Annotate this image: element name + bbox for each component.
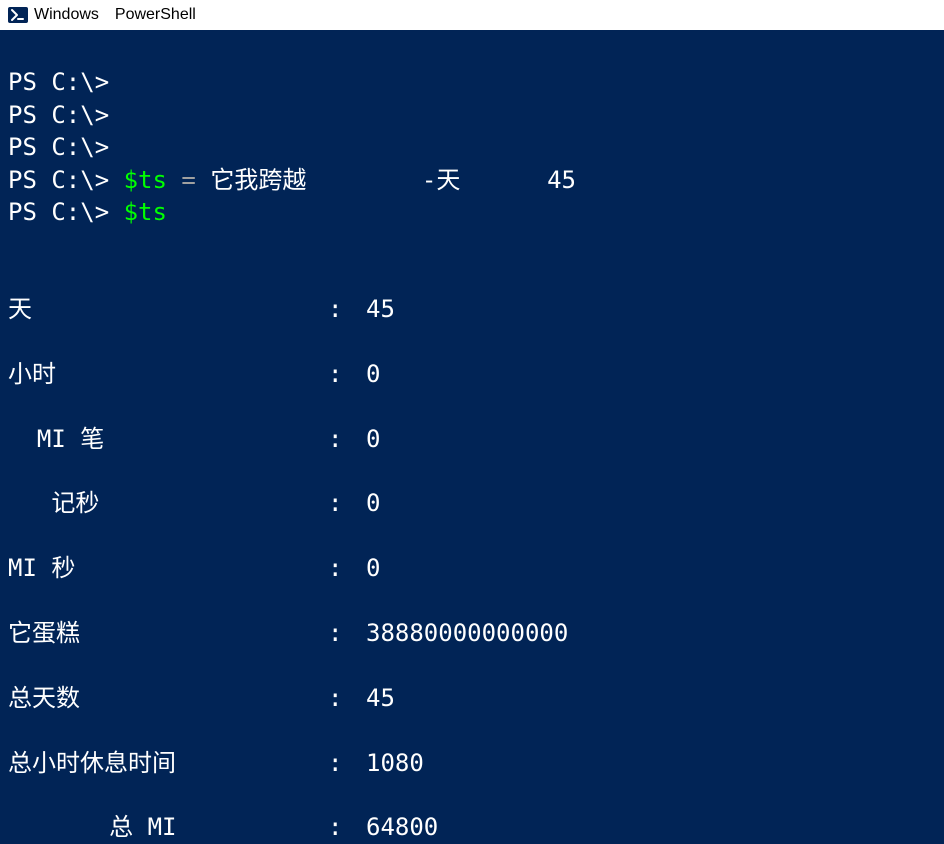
parameter-token: -天	[422, 166, 460, 194]
property-value: 0	[366, 358, 380, 390]
property-row: 小时:0	[8, 358, 936, 390]
property-row: 天:45	[8, 293, 936, 325]
prompt-line: PS C:\>	[8, 198, 109, 226]
property-key: 天	[8, 293, 328, 325]
prompt-line: PS C:\>	[8, 166, 109, 194]
property-separator: :	[328, 747, 366, 779]
property-separator: :	[328, 811, 366, 843]
variable-token: $ts	[124, 166, 167, 194]
property-value: 0	[366, 423, 380, 455]
variable-token: $ts	[124, 198, 167, 226]
property-separator: :	[328, 552, 366, 584]
property-separator: :	[328, 682, 366, 714]
property-row: 总小时休息时间:1080	[8, 747, 936, 779]
prompt-line: PS C:\>	[8, 68, 109, 96]
property-row: 总 MI:64800	[8, 811, 936, 843]
property-row: 它蛋糕:38880000000000	[8, 617, 936, 649]
property-key: 总 MI	[8, 811, 328, 843]
window-title-part1: Windows	[34, 6, 99, 24]
property-separator: :	[328, 617, 366, 649]
property-value: 0	[366, 552, 380, 584]
property-key: MI 秒	[8, 552, 328, 584]
property-separator: :	[328, 423, 366, 455]
property-row: 记秒:0	[8, 487, 936, 519]
property-value: 45	[366, 293, 395, 325]
property-value: 64800	[366, 811, 438, 843]
property-key: 它蛋糕	[8, 617, 328, 649]
property-separator: :	[328, 293, 366, 325]
property-key: 小时	[8, 358, 328, 390]
prompt-line: PS C:\>	[8, 133, 109, 161]
prompt-line: PS C:\>	[8, 101, 109, 129]
command-token: 它我跨越	[210, 166, 306, 194]
property-separator: :	[328, 487, 366, 519]
equals-token: =	[181, 166, 195, 194]
argument-value: 45	[547, 166, 576, 194]
property-row: MI 秒:0	[8, 552, 936, 584]
property-key: 总小时休息时间	[8, 747, 328, 779]
powershell-icon	[8, 5, 28, 25]
window-title-bar: Windows PowerShell	[0, 0, 944, 30]
property-value: 45	[366, 682, 395, 714]
property-key: 总天数	[8, 682, 328, 714]
property-row: MI 笔:0	[8, 423, 936, 455]
property-key: 记秒	[8, 487, 328, 519]
window-title-part2: PowerShell	[115, 6, 196, 24]
terminal-pane[interactable]: PS C:\> PS C:\> PS C:\> PS C:\> $ts = 它我…	[0, 30, 944, 844]
property-value: 0	[366, 487, 380, 519]
property-value: 1080	[366, 747, 424, 779]
property-key: MI 笔	[8, 423, 328, 455]
property-value: 38880000000000	[366, 617, 568, 649]
property-row: 总天数:45	[8, 682, 936, 714]
property-separator: :	[328, 358, 366, 390]
